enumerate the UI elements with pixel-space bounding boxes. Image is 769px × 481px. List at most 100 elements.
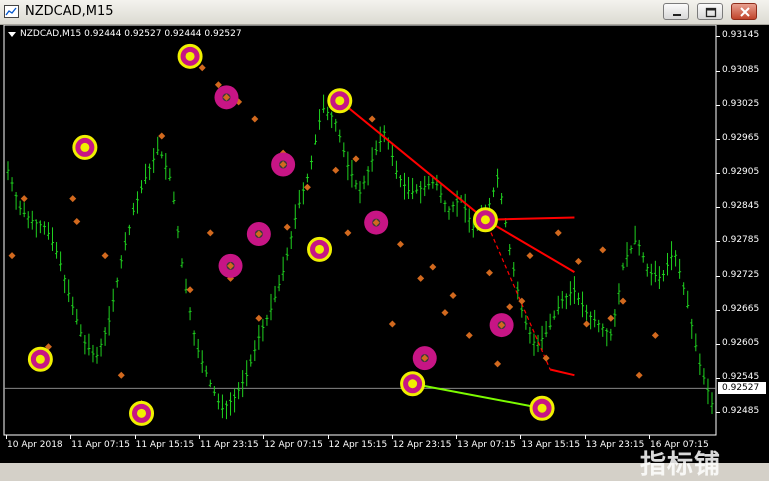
- yellow-ring-center: [137, 408, 147, 418]
- yellow-ring-center: [335, 96, 345, 106]
- fractal-down-marker: [344, 229, 352, 237]
- fractal-up-marker: [554, 229, 562, 237]
- symbol-info: NZDCAD,M15 0.92444 0.92527 0.92444 0.925…: [20, 29, 242, 39]
- window-title: NZDCAD,M15: [25, 4, 114, 19]
- price-axis-label: 0.92665: [722, 303, 760, 314]
- plot-frame: [3, 25, 717, 436]
- dropdown-arrow-icon[interactable]: [8, 32, 16, 37]
- fractal-down-marker: [186, 286, 194, 294]
- time-axis-label: 12 Apr 23:15: [392, 440, 452, 450]
- time-axis[interactable]: 10 Apr 2018 11 Apr 07:15 11 Apr 15:15 11 Ap…: [0, 435, 716, 463]
- price-axis-label: 0.93145: [722, 30, 760, 41]
- price-axis-tick: [716, 378, 720, 380]
- time-axis-label: 11 Apr 07:15: [71, 440, 130, 450]
- time-axis-tick: [520, 435, 522, 439]
- fractal-down-marker: [206, 229, 214, 237]
- price-axis-label: 0.92725: [722, 269, 760, 280]
- time-axis-tick: [584, 435, 586, 439]
- minimize-button[interactable]: [663, 3, 689, 20]
- time-axis-label: 13 Apr 07:15: [457, 440, 516, 450]
- yellow-ring-center: [537, 403, 547, 413]
- restore-icon: [705, 7, 717, 18]
- time-axis-label: 12 Apr 15:15: [328, 440, 388, 450]
- fractal-down-marker: [417, 274, 425, 282]
- fractal-down-marker: [441, 309, 449, 317]
- resistance-trendline: [484, 218, 575, 274]
- price-axis-label: 0.92785: [722, 235, 760, 246]
- price-axis-tick: [716, 241, 720, 243]
- time-axis-tick: [198, 435, 200, 439]
- fractal-down-marker: [635, 371, 643, 379]
- yellow-ring-center: [80, 142, 90, 152]
- time-axis-tick: [6, 435, 7, 439]
- fractal-down-marker: [8, 252, 16, 260]
- fractal-up-marker: [303, 183, 311, 191]
- minimize-icon: [673, 14, 681, 16]
- fractal-down-marker: [465, 331, 473, 339]
- price-axis-tick: [716, 104, 720, 106]
- current-price-badge: 0.92527: [718, 382, 766, 395]
- resistance-trendline: [339, 99, 487, 221]
- yellow-ring-center: [315, 244, 325, 254]
- yellow-ring-center: [185, 51, 195, 61]
- ohlc-values: 0.92444 0.92527 0.92444 0.92527: [84, 29, 242, 39]
- price-axis-tick: [716, 207, 720, 209]
- price-axis-tick: [716, 275, 720, 277]
- fractal-up-marker: [251, 115, 259, 123]
- fractal-up-marker: [396, 240, 404, 248]
- price-axis-label: 0.92905: [722, 167, 760, 178]
- fractal-up-marker: [20, 195, 28, 203]
- price-axis-tick: [716, 309, 720, 311]
- price-axis-tick: [716, 70, 720, 72]
- price-axis-tick: [716, 412, 720, 414]
- fractal-down-marker: [73, 217, 81, 225]
- price-axis-label: 0.92485: [722, 406, 760, 417]
- fractal-up-marker: [352, 155, 360, 163]
- fractal-up-marker: [651, 331, 659, 339]
- fractal-up-marker: [429, 263, 437, 271]
- fractal-down-marker: [117, 371, 125, 379]
- price-axis-tick: [716, 343, 720, 345]
- fractal-up-marker: [101, 252, 109, 260]
- symbol-name: NZDCAD,M15: [20, 29, 82, 39]
- fractal-down-marker: [494, 360, 502, 368]
- price-axis-label: 0.93085: [722, 64, 760, 75]
- price-axis-label: 0.92965: [722, 132, 760, 143]
- chart-area[interactable]: NZDCAD,M15 0.92444 0.92527 0.92444 0.925…: [0, 25, 769, 480]
- time-axis-tick: [456, 435, 458, 439]
- time-axis-tick: [70, 435, 72, 439]
- time-axis-label: 11 Apr 15:15: [135, 440, 195, 450]
- yellow-ring-center: [480, 215, 490, 225]
- yellow-ring-center: [35, 354, 45, 364]
- fractal-up-marker: [69, 195, 77, 203]
- fractal-up-marker: [368, 115, 376, 123]
- price-chart[interactable]: [0, 25, 769, 463]
- close-icon: [740, 7, 750, 17]
- close-button[interactable]: [731, 3, 757, 20]
- time-axis-tick: [649, 435, 650, 439]
- restore-button[interactable]: [697, 3, 723, 20]
- price-axis-tick: [716, 138, 720, 140]
- price-axis[interactable]: 0.93145 0.93085 0.93025 0.92965 0.92905 0.928…: [716, 25, 769, 435]
- window-titlebar: NZDCAD,M15: [0, 0, 769, 25]
- time-axis-label: 11 Apr 23:15: [199, 440, 259, 450]
- fractal-down-marker: [388, 320, 396, 328]
- price-axis-label: 0.92605: [722, 337, 760, 348]
- price-axis-label: 0.92545: [722, 372, 760, 383]
- fractal-up-marker: [332, 166, 340, 174]
- yellow-ring-center: [408, 379, 418, 389]
- time-axis-label: 12 Apr 07:15: [264, 440, 323, 450]
- fractal-up-marker: [198, 64, 206, 72]
- fractal-up-marker: [506, 303, 514, 311]
- time-axis-tick: [327, 435, 329, 439]
- time-axis-tick: [391, 435, 393, 439]
- fractal-up-marker: [526, 252, 534, 260]
- time-axis-label: 13 Apr 23:15: [585, 440, 645, 450]
- fractal-up-marker: [158, 132, 166, 140]
- time-axis-tick: [263, 435, 265, 439]
- resistance-trendline: [485, 216, 575, 221]
- price-axis-label: 0.92845: [722, 201, 760, 212]
- fractal-down-marker: [583, 320, 591, 328]
- chart-window-icon: [4, 5, 19, 18]
- time-axis-label: 13 Apr 15:15: [521, 440, 581, 450]
